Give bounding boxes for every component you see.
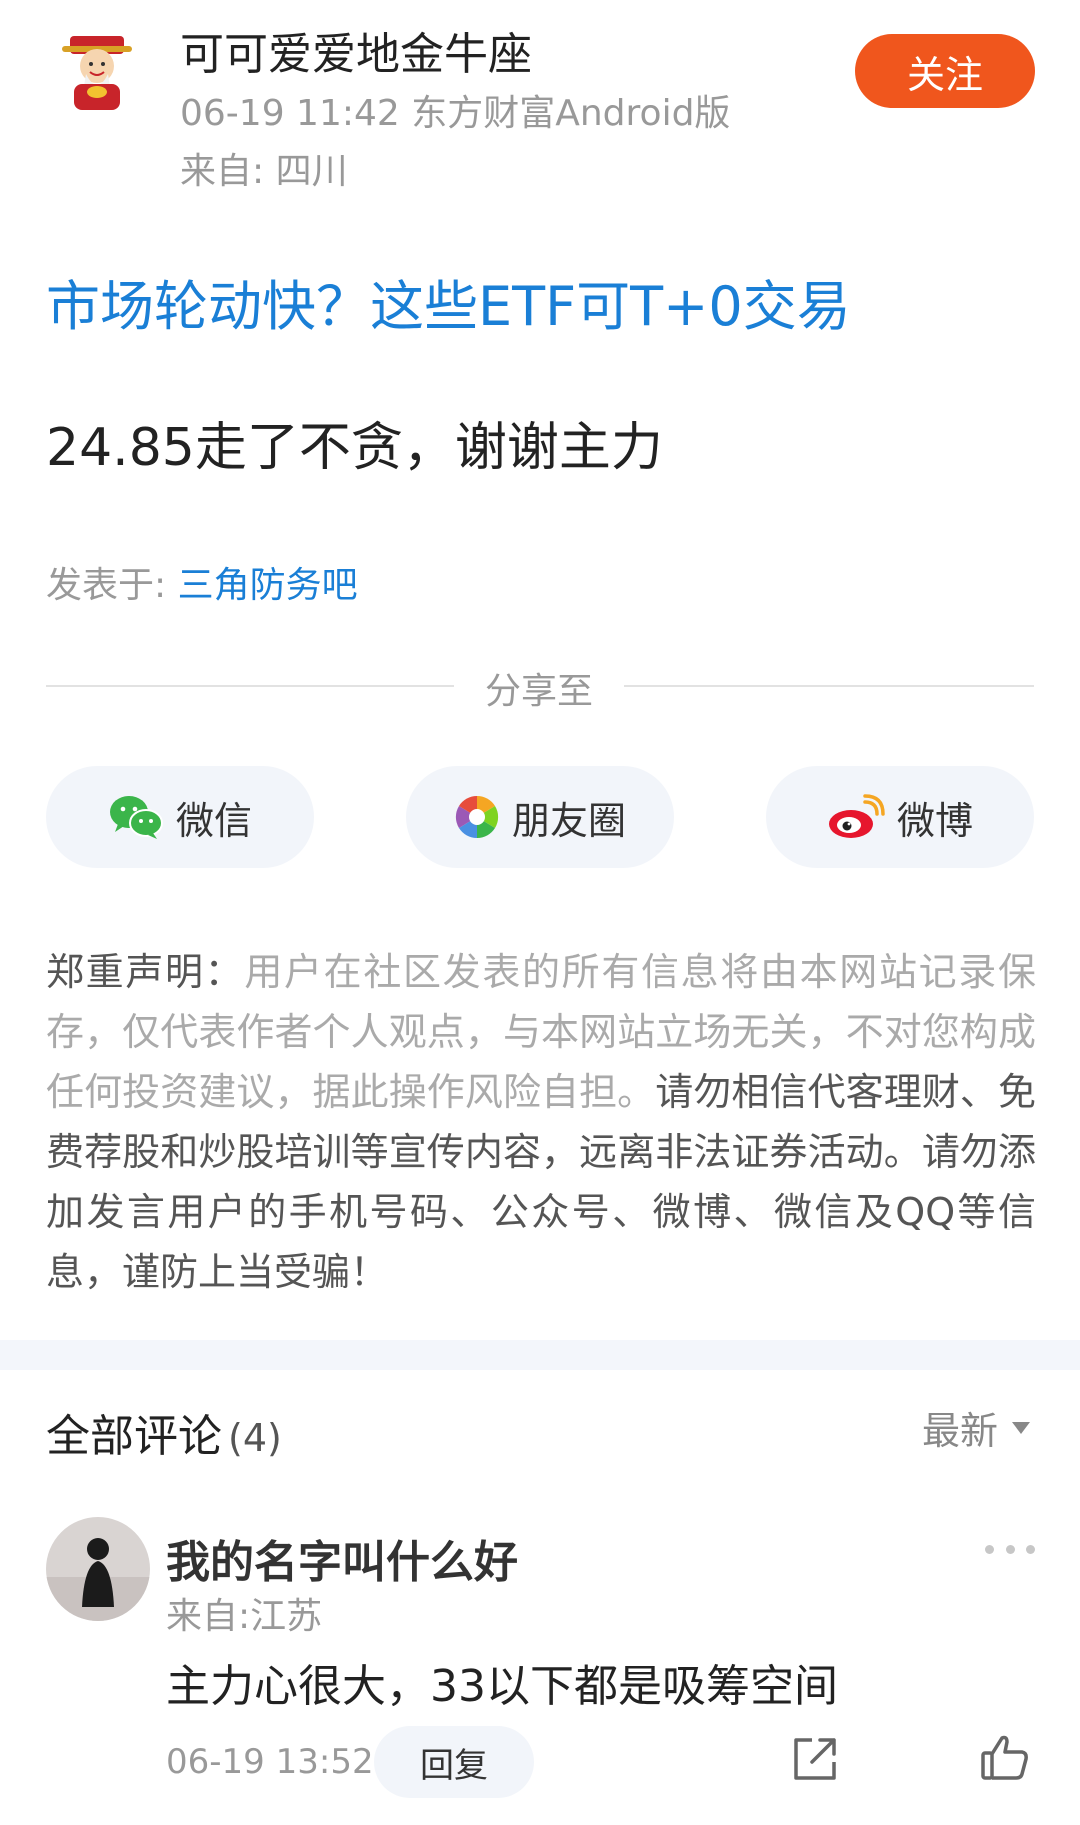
dot [1005, 1544, 1015, 1554]
commenter-location: 来自:江苏 [166, 1596, 323, 1637]
comments-count: (4) [228, 1416, 282, 1460]
comment-more-options-icon[interactable] [985, 1534, 1035, 1564]
god-of-wealth-avatar-icon [62, 36, 132, 110]
dot [985, 1544, 994, 1554]
share-divider-left [46, 685, 454, 687]
caret-down-icon [1012, 1421, 1031, 1434]
moments-icon [455, 795, 499, 839]
wechat-icon [109, 796, 163, 839]
commenter-name[interactable]: 我的名字叫什么好 [166, 1526, 518, 1590]
share-arrow-icon [794, 1738, 836, 1780]
comments-header: 全部评论 (4) [46, 1400, 282, 1464]
share-weibo-label: 微博 [896, 798, 973, 843]
comment-text: 主力心很大，33以下都是吸筹空间 [166, 1661, 838, 1712]
legal-disclaimer: 郑重声明：用户在社区发表的所有信息将由本网站记录保存，仅代表作者个人观点，与本网… [46, 942, 1036, 1302]
post-body-text: 24.85走了不贪，谢谢主力 [46, 418, 663, 478]
weibo-icon [828, 794, 885, 838]
share-divider-right [624, 685, 1034, 687]
forum-link[interactable]: 三角防务吧 [178, 565, 358, 606]
comment-sort-dropdown[interactable]: 最新 [922, 1400, 1031, 1455]
comment-timestamp: 06-19 13:52 [166, 1742, 374, 1782]
comments-title: 全部评论 [46, 1411, 222, 1462]
author-avatar[interactable] [52, 26, 142, 116]
share-moments-button[interactable]: 朋友圈 [406, 766, 674, 868]
share-wechat-button[interactable]: 微信 [46, 766, 314, 868]
share-title: 分享至 [484, 671, 593, 712]
disclaimer-lead: 郑重声明： [46, 950, 245, 994]
share-moments-label: 朋友圈 [511, 798, 626, 843]
comment-share-icon[interactable] [792, 1736, 838, 1782]
post-timestamp-source: 06-19 11:42 东方财富Android版 [180, 93, 731, 134]
dot [1026, 1544, 1035, 1554]
sort-label: 最新 [922, 1409, 999, 1453]
author-name[interactable]: 可可爱爱地金牛座 [180, 18, 532, 82]
thumbs-up-icon [981, 1735, 1028, 1780]
follow-button[interactable]: 关注 [855, 34, 1035, 108]
author-location: 来自: 四川 [180, 151, 348, 192]
section-separator [0, 1340, 1080, 1370]
share-wechat-label: 微信 [175, 798, 252, 843]
share-weibo-button[interactable]: 微博 [766, 766, 1034, 868]
reply-button[interactable]: 回复 [374, 1726, 534, 1798]
promo-headline-link[interactable]: 市场轮动快？这些ETF可T+0交易 [46, 262, 851, 341]
commenter-avatar[interactable] [46, 1517, 150, 1621]
person-silhouette-avatar-icon [46, 1517, 150, 1621]
posted-in-label: 发表于: [46, 565, 178, 606]
posted-in: 发表于: 三角防务吧 [46, 556, 358, 608]
comment-like-icon[interactable] [980, 1732, 1030, 1782]
